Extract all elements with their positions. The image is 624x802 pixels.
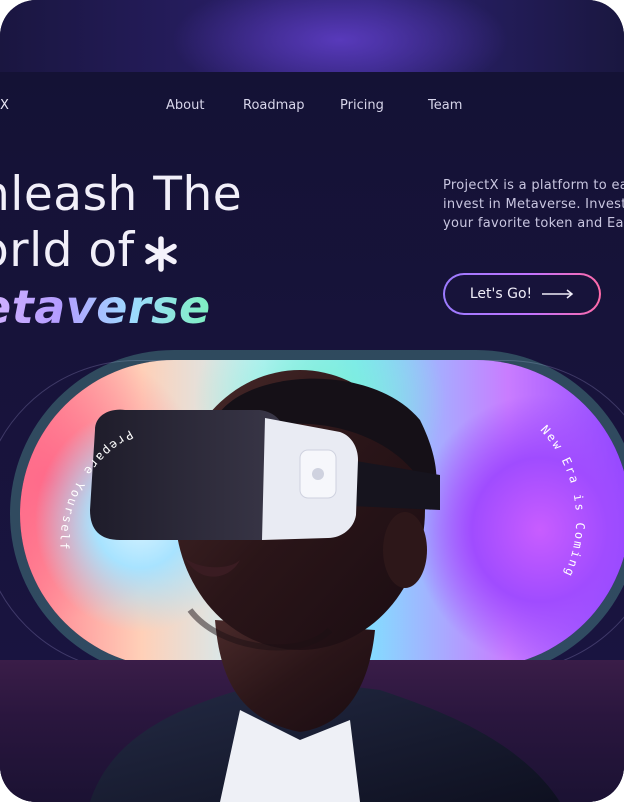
lets-go-button[interactable]: Let's Go!	[443, 273, 601, 315]
lets-go-button-inner: Let's Go!	[445, 275, 599, 313]
lets-go-label: Let's Go!	[469, 286, 533, 302]
nav-link-team[interactable]: Team	[428, 98, 462, 113]
metaverse-word: etaverse	[0, 280, 211, 334]
headline-line-1: nleash The	[0, 167, 243, 222]
headline-line-3: etaverse	[0, 280, 242, 336]
new-era-badge: New Era is Coming	[538, 423, 588, 581]
star-icon	[144, 235, 177, 272]
top-band	[0, 0, 624, 72]
hero-description: ProjectX is a platform to ea invest in M…	[443, 176, 624, 233]
arrow-right-icon	[542, 289, 574, 299]
headline-line-2-text: orld of	[0, 223, 135, 278]
hero-headline: nleash The orld of etaverse	[0, 168, 242, 336]
nav-link-about[interactable]: About	[166, 98, 204, 113]
description-line-2: invest in Metaverse. Invest	[443, 197, 624, 212]
description-line-3: your favorite token and Earn	[443, 216, 624, 231]
svg-text:New Era is Coming: New Era is Coming	[538, 423, 588, 581]
page-frame: X About Roadmap Pricing Team nleash The …	[0, 0, 624, 802]
nav-link-roadmap[interactable]: Roadmap	[243, 98, 305, 113]
nav-link-pricing[interactable]: Pricing	[340, 98, 384, 113]
logo[interactable]: X	[0, 98, 9, 113]
hero-visual: Prepare Yourself New Era is Coming	[0, 360, 624, 802]
navbar: X About Roadmap Pricing Team	[0, 98, 624, 118]
svg-text:Prepare Yourself: Prepare Yourself	[57, 427, 135, 551]
headline-line-2: orld of	[0, 224, 242, 280]
prepare-yourself-badge: Prepare Yourself	[57, 427, 135, 551]
description-line-1: ProjectX is a platform to ea	[443, 178, 624, 193]
